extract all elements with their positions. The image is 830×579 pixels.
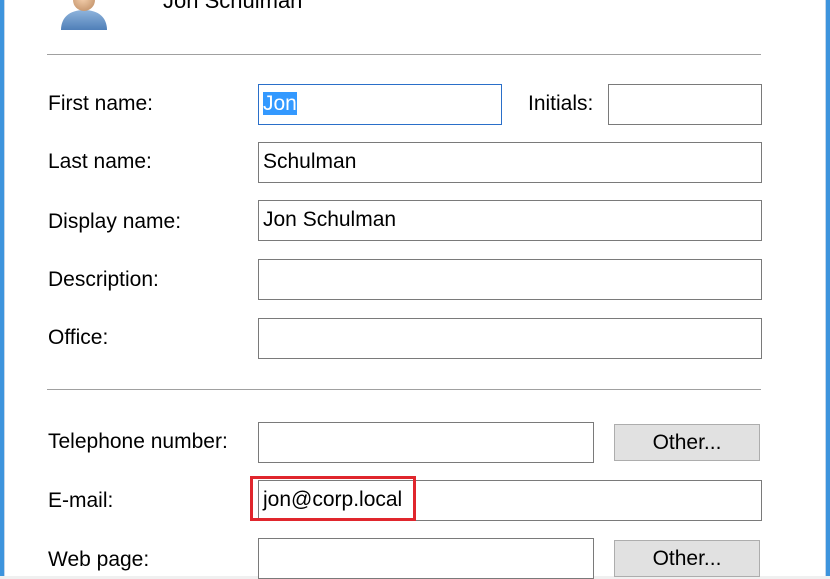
- general-tab-panel: Jon Schulman First name: Jon Initials: L…: [5, 0, 825, 579]
- first-name-field[interactable]: Jon: [258, 84, 502, 125]
- display-name-value: Jon Schulman: [263, 208, 397, 231]
- display-name-field[interactable]: Jon Schulman: [258, 200, 762, 241]
- initials-field[interactable]: [608, 84, 762, 125]
- office-field[interactable]: [258, 318, 762, 359]
- webpage-field[interactable]: [258, 538, 594, 579]
- display-name-label: Display name:: [48, 210, 182, 233]
- telephone-label: Telephone number:: [48, 430, 228, 453]
- webpage-label: Web page:: [48, 548, 150, 571]
- user-avatar-icon: [61, 0, 107, 30]
- first-name-label: First name:: [48, 92, 154, 115]
- first-name-value: Jon: [263, 92, 297, 115]
- header-separator: [47, 54, 761, 56]
- telephone-field[interactable]: [258, 422, 594, 463]
- last-name-field[interactable]: Schulman: [258, 142, 762, 183]
- last-name-label: Last name:: [48, 150, 152, 173]
- telephone-other-button[interactable]: Other...: [614, 424, 760, 461]
- user-display-name: Jon Schulman: [163, 0, 303, 13]
- email-label: E-mail:: [48, 489, 114, 512]
- dialog-window: Jon Schulman First name: Jon Initials: L…: [0, 0, 830, 579]
- office-label: Office:: [48, 326, 109, 349]
- contact-separator: [47, 389, 761, 391]
- email-highlight-annotation: [250, 476, 416, 521]
- last-name-value: Schulman: [263, 150, 357, 173]
- description-field[interactable]: [258, 259, 762, 300]
- window-border-right: [826, 0, 830, 576]
- initials-label: Initials:: [528, 92, 594, 115]
- description-label: Description:: [48, 268, 159, 291]
- webpage-other-button[interactable]: Other...: [614, 540, 760, 577]
- window-border-inner-right: [825, 0, 826, 576]
